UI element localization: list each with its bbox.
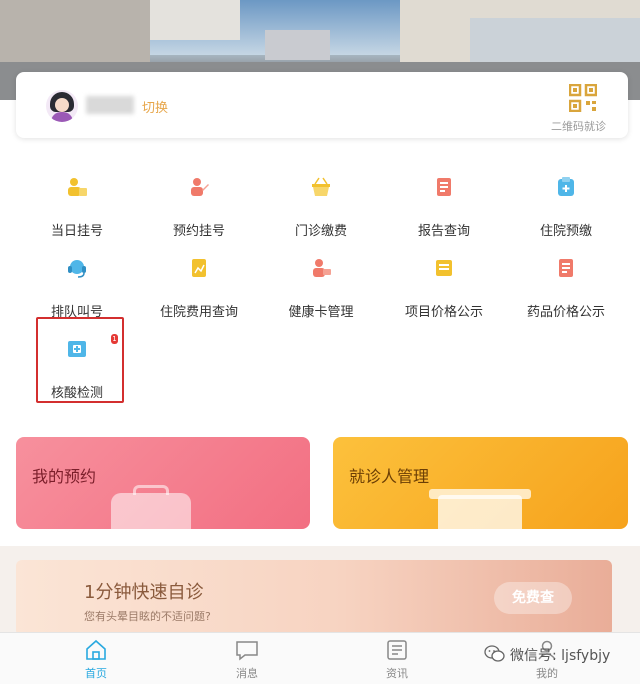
menu-label: 报告查询 bbox=[417, 224, 470, 239]
menu-label: 住院费用查询 bbox=[159, 305, 238, 320]
qr-code-label[interactable]: 二维码就诊 bbox=[551, 118, 606, 134]
home-icon bbox=[86, 639, 106, 660]
drug-price-icon bbox=[559, 259, 573, 277]
patient-management-card[interactable]: 就诊人管理 bbox=[333, 437, 628, 529]
nav-label: 消息 bbox=[236, 667, 258, 680]
menu-item-item-price[interactable]: 项目价格公示 bbox=[383, 257, 505, 327]
nav-label: 资讯 bbox=[386, 667, 408, 680]
card-title: 我的预约 bbox=[32, 467, 97, 486]
menu-item-report-query[interactable]: 报告查询 bbox=[383, 176, 505, 246]
menu-item-outpatient-payment[interactable]: 门诊缴费 bbox=[260, 176, 382, 246]
appointment-icon bbox=[191, 178, 209, 196]
user-name: ██ bbox=[86, 96, 134, 114]
wechat-icon bbox=[484, 645, 505, 662]
menu-item-appointment[interactable]: 预约挂号 bbox=[138, 176, 260, 246]
notification-badge: 1 bbox=[111, 334, 118, 344]
menu-item-hospital-fee-query[interactable]: 住院费用查询 bbox=[138, 257, 260, 327]
box-icon bbox=[438, 495, 522, 529]
register-today-icon bbox=[68, 178, 87, 196]
highlight-box bbox=[36, 317, 124, 403]
nav-label: 首页 bbox=[85, 667, 107, 680]
switch-patient-link[interactable]: 切换 bbox=[142, 97, 168, 116]
report-icon bbox=[437, 178, 451, 196]
nav-home[interactable]: 首页 bbox=[56, 633, 136, 684]
menu-item-hospital-deposit[interactable]: 住院预缴 bbox=[505, 176, 627, 246]
message-icon bbox=[236, 641, 258, 661]
nav-news[interactable]: 资讯 bbox=[357, 633, 437, 684]
banner-subtitle: 您有头晕目眩的不适问题? bbox=[84, 610, 211, 623]
health-card-icon bbox=[313, 259, 331, 277]
avatar[interactable] bbox=[46, 90, 78, 122]
menu-label: 预约挂号 bbox=[172, 224, 225, 239]
menu-label: 药品价格公示 bbox=[526, 305, 605, 320]
menu-label: 项目价格公示 bbox=[404, 305, 483, 320]
qr-code-icon[interactable] bbox=[569, 84, 597, 112]
card-title: 就诊人管理 bbox=[349, 467, 430, 486]
user-card: ██ 切换 bbox=[16, 72, 628, 138]
menu-label: 门诊缴费 bbox=[294, 224, 347, 239]
hospital-deposit-icon bbox=[558, 177, 574, 196]
menu-label: 健康卡管理 bbox=[288, 305, 354, 320]
item-price-icon bbox=[436, 260, 452, 276]
queue-headset-icon bbox=[68, 260, 86, 278]
watermark-text: 微信号: ljsfybjy bbox=[510, 648, 611, 664]
my-appointments-card[interactable]: 我的预约 bbox=[16, 437, 310, 529]
nav-messages[interactable]: 消息 bbox=[207, 633, 287, 684]
menu-label: 住院预缴 bbox=[539, 224, 592, 239]
payment-basket-icon bbox=[312, 177, 330, 196]
nav-label: 我的 bbox=[536, 667, 558, 680]
medical-kit-icon bbox=[111, 493, 191, 529]
hospital-fee-icon bbox=[192, 259, 206, 277]
banner-title: 1分钟快速自诊 bbox=[84, 582, 204, 603]
menu-item-register-today[interactable]: 当日挂号 bbox=[16, 176, 138, 246]
free-check-button[interactable]: 免费查 bbox=[494, 582, 572, 614]
self-diagnosis-banner[interactable]: 1分钟快速自诊 您有头晕目眩的不适问题? 免费查 bbox=[16, 560, 612, 636]
menu-item-health-card[interactable]: 健康卡管理 bbox=[260, 257, 382, 327]
menu-item-drug-price[interactable]: 药品价格公示 bbox=[505, 257, 627, 327]
menu-label: 当日挂号 bbox=[50, 224, 103, 239]
news-icon bbox=[387, 640, 407, 660]
